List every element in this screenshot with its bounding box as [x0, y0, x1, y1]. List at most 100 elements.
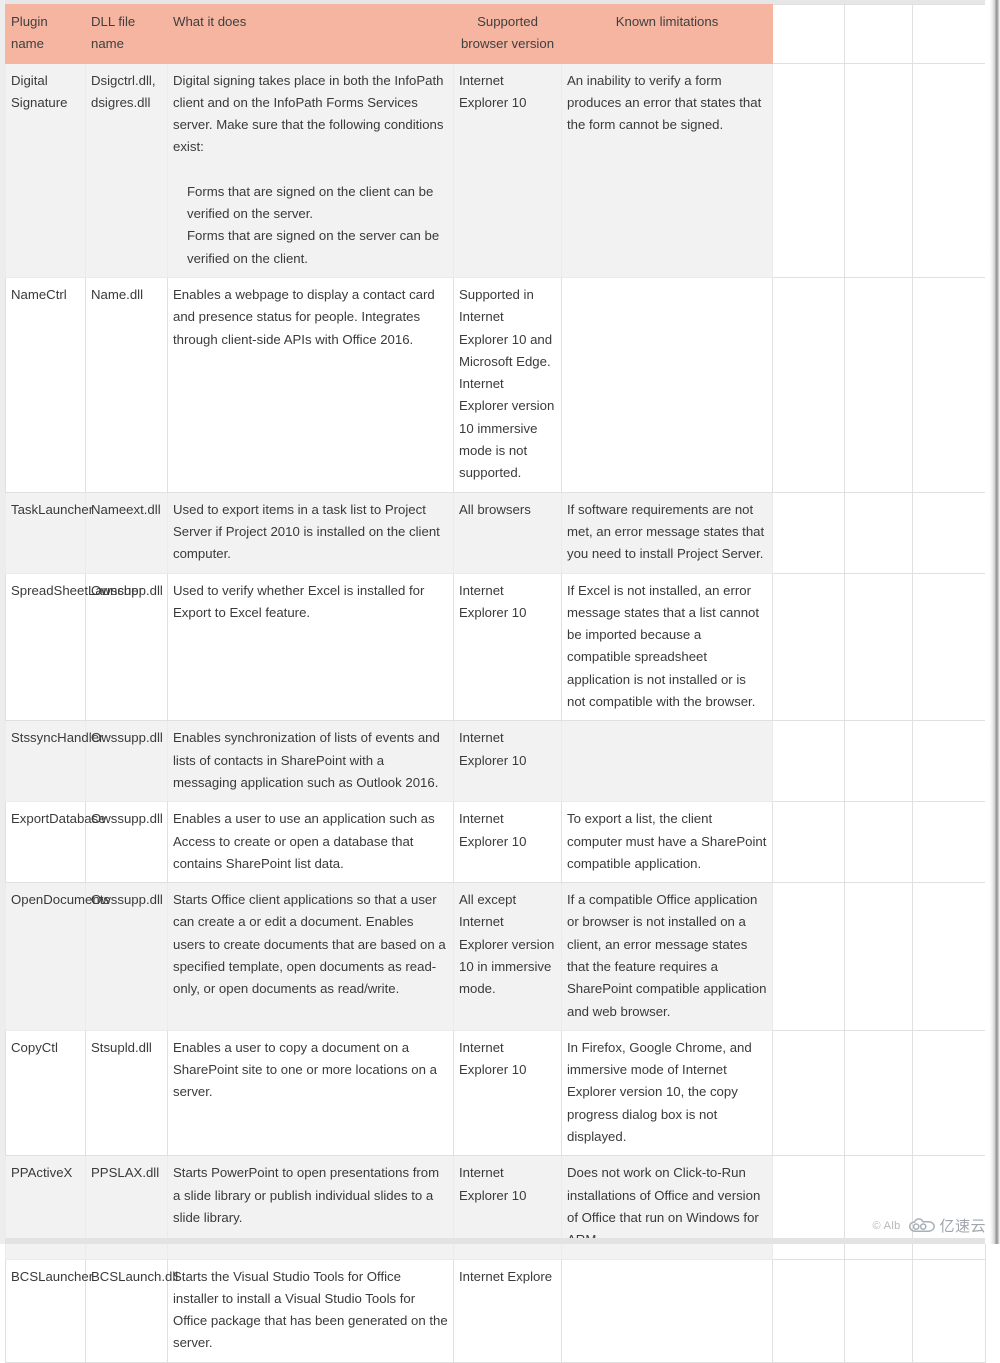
cell-blank-1 [772, 1029, 845, 1157]
cell-blank-2 [844, 276, 913, 493]
cell-plugin-name: Digital Signature [5, 62, 86, 278]
what-it-does-text: Enables a user to copy a document on a S… [173, 1039, 437, 1100]
cell-blank-1 [772, 572, 845, 722]
cell-dll-file-name: BCSLaunch.dll [85, 1258, 178, 1363]
page-top-edge [0, 0, 1000, 4]
column-header-what-it-does: What it does [167, 4, 454, 64]
cell-dll-file-name: Owssupp.dll [85, 882, 168, 1031]
table-body: Digital Signature Dsigctrl.dll, dsigres.d… [5, 62, 986, 1363]
supported-browser-text: Internet Explorer 10 [459, 1039, 527, 1078]
column-header-blank-2 [844, 4, 913, 64]
cell-what-it-does: Digital signing takes place in both the … [167, 62, 454, 278]
cell-blank-1 [772, 491, 845, 574]
cell-what-it-does: Enables synchronization of lists of even… [167, 720, 454, 803]
table-row: CopyCtl Stsupld.dll Enables a user to copy… [5, 1029, 986, 1157]
page-bottom-edge [0, 1238, 1000, 1244]
cell-blank-2 [844, 720, 913, 803]
cell-dll-file-name: Name.dll [85, 276, 168, 493]
cell-supported-browser-version: Supported in Internet Explorer 10 and Mi… [453, 276, 562, 493]
cell-blank-3 [912, 720, 986, 803]
supported-browser-text: Internet Explore [459, 1268, 553, 1284]
cell-blank-1 [772, 62, 845, 278]
cell-supported-browser-version: Internet Explorer 10 [453, 62, 562, 278]
cell-blank-2 [844, 1258, 913, 1363]
cell-known-limitations: In Firefox, Google Chrome, and immersive… [561, 1029, 773, 1157]
page-right-edge [985, 0, 1000, 1244]
what-it-does-text: Used to verify whether Excel is installe… [173, 582, 425, 620]
cell-plugin-name: ExportDatabase [5, 801, 106, 884]
column-header-blank-3 [912, 4, 986, 64]
column-header-blank-1 [772, 4, 845, 64]
cell-blank-3 [912, 1258, 986, 1363]
supported-browser-text: All browsers [459, 501, 531, 517]
cell-what-it-does: Enables a user to copy a document on a S… [167, 1029, 454, 1157]
cell-blank-2 [844, 1029, 913, 1157]
document-page: Plugin name DLL file name What it does S… [0, 0, 1000, 1363]
cell-blank-2 [844, 62, 913, 278]
cell-what-it-does: Enables a user to use an application suc… [167, 801, 454, 884]
cell-dll-file-name: Nameext.dll [85, 491, 168, 574]
cell-what-it-does: Used to verify whether Excel is installe… [167, 572, 454, 722]
cell-supported-browser-version: Internet Explorer 10 [453, 572, 562, 722]
indented-line: Forms that are signed on the server can … [187, 228, 440, 266]
page-left-gutter [0, 0, 5, 1244]
column-header-dll-file-name: DLL file name [85, 4, 168, 64]
column-header-known-limitations: Known limitations [561, 4, 773, 64]
column-header-plugin-name: Plugin name [5, 4, 86, 64]
what-it-does-text: Enables a user to use an application suc… [173, 811, 435, 871]
cell-what-it-does: Starts Office client applications so tha… [167, 882, 454, 1031]
cell-blank-1 [772, 720, 845, 803]
cell-plugin-name: NameCtrl [5, 276, 86, 493]
cell-plugin-name: TaskLauncher [5, 491, 93, 574]
what-it-does-text: Starts the Visual Studio Tools for Offic… [173, 1268, 448, 1351]
cell-blank-1 [772, 882, 845, 1031]
table-row: BCSLauncher BCSLaunch.dll Starts the Visua… [5, 1258, 986, 1363]
cell-blank-3 [912, 276, 986, 493]
cell-blank-2 [844, 572, 913, 722]
supported-browser-text: Internet Explorer 10 [459, 730, 527, 768]
cell-blank-2 [844, 882, 913, 1031]
cell-supported-browser-version: All browsers [453, 491, 562, 574]
cell-blank-3 [912, 1029, 986, 1157]
cell-blank-2 [844, 801, 913, 884]
cell-supported-browser-version: Internet Explore [453, 1258, 562, 1363]
cell-known-limitations: To export a list, the client computer mu… [561, 801, 773, 884]
cell-what-it-does: Starts the Visual Studio Tools for Offic… [167, 1258, 454, 1363]
table-row: Digital Signature Dsigctrl.dll, dsigres.d… [5, 62, 986, 278]
cell-plugin-name: CopyCtl [5, 1029, 86, 1157]
cell-plugin-name: BCSLauncher [5, 1258, 93, 1363]
cell-dll-file-name: Owssupp.dll [85, 801, 168, 884]
cell-plugin-name: OpenDocuments [5, 882, 110, 1031]
cell-supported-browser-version: Internet Explorer 10 [453, 720, 562, 803]
table-row: SpreadSheetLauncher Owssupp.dll Used to ve… [5, 572, 986, 722]
cell-known-limitations: If Excel is not installed, an error mess… [561, 572, 773, 722]
cell-known-limitations [561, 276, 773, 493]
cell-plugin-name: SpreadSheetLauncher [5, 572, 143, 722]
supported-browser-text: Internet Explorer version 10 immersive m… [459, 376, 555, 481]
what-it-does-text: Enables a webpage to display a contact c… [173, 286, 435, 347]
cell-known-limitations [561, 1258, 773, 1363]
supported-browser-text: Internet Explorer 10 [459, 582, 527, 620]
what-it-does-indented-list: Forms that are signed on the client can … [187, 181, 448, 270]
cell-dll-file-name: Owssupp.dll [85, 720, 168, 803]
cell-known-limitations [561, 720, 773, 803]
cell-known-limitations: An inability to verify a form produces a… [561, 62, 773, 278]
cell-blank-2 [844, 491, 913, 574]
supported-browser-text: Supported in Internet Explorer 10 and Mi… [459, 286, 553, 369]
supported-browser-text: All except Internet Explorer version 10 … [459, 892, 555, 997]
cell-what-it-does: Used to export items in a task list to P… [167, 491, 454, 574]
cell-blank-1 [772, 1258, 845, 1363]
what-it-does-text: Used to export items in a task list to P… [173, 501, 440, 562]
cell-blank-3 [912, 801, 986, 884]
cell-known-limitations: If software requirements are not met, an… [561, 491, 773, 574]
cell-supported-browser-version: All except Internet Explorer version 10 … [453, 882, 562, 1031]
cell-what-it-does: Enables a webpage to display a contact c… [167, 276, 454, 493]
cell-known-limitations: If a compatible Office application or br… [561, 882, 773, 1031]
cell-blank-1 [772, 801, 845, 884]
supported-browser-text: Internet Explorer 10 [459, 811, 527, 849]
table-header-row: Plugin name DLL file name What it does S… [5, 4, 986, 64]
cell-supported-browser-version: Internet Explorer 10 [453, 1029, 562, 1157]
what-it-does-text: Digital signing takes place in both the … [173, 72, 444, 155]
cell-dll-file-name: Stsupld.dll [85, 1029, 168, 1157]
table-row: NameCtrl Name.dll Enables a webpage to dis… [5, 276, 986, 493]
